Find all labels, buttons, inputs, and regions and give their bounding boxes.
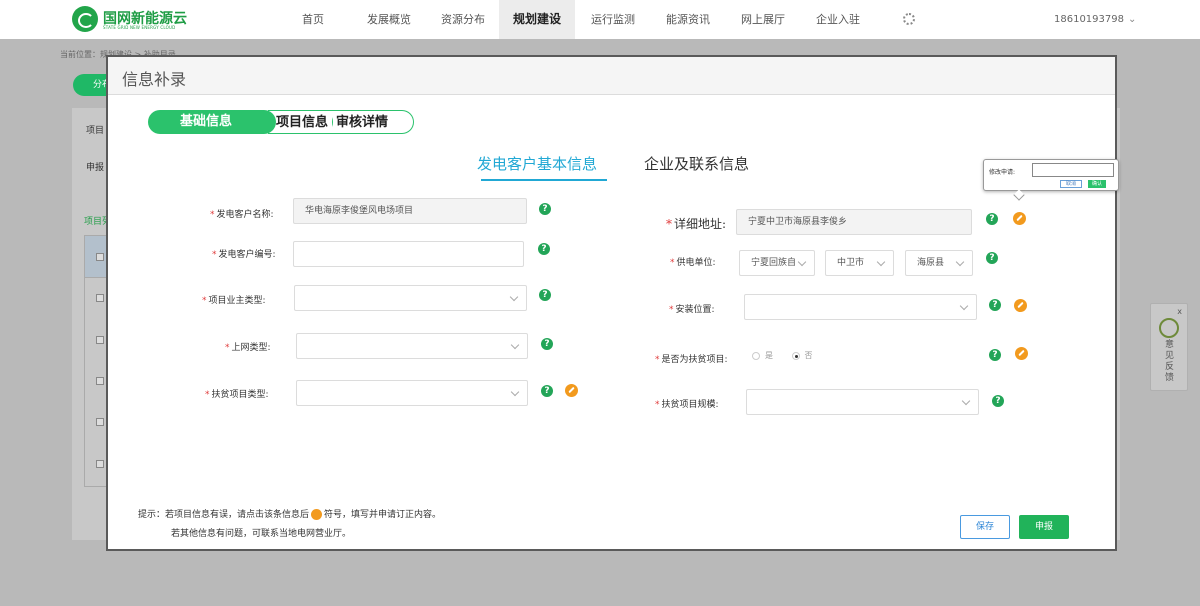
chevron-down-icon [959, 301, 969, 311]
poverty-scale-label: * 扶贫项目规模: [655, 400, 719, 410]
step-tabs: 审核详情 项目信息 基础信息 [148, 110, 414, 134]
edit-request-label: 修改申请: [989, 169, 1016, 176]
row-checkbox[interactable] [96, 336, 104, 344]
customer-name-label: * 发电客户名称: [210, 210, 274, 220]
edit-request-icon[interactable] [1014, 299, 1027, 312]
install-location-select[interactable] [744, 294, 977, 320]
help-icon[interactable]: ? [989, 349, 1001, 361]
feedback-icon [1159, 318, 1179, 338]
supply-county-select[interactable]: 海原县 [905, 250, 973, 276]
supply-unit-label: * 供电单位: [670, 258, 716, 268]
help-icon[interactable]: ? [541, 338, 553, 350]
background-row-label: 申报 [86, 163, 105, 173]
username: 18610193798 [1054, 14, 1124, 25]
hint-line-1: 提示：若项目信息有误，请点击该条信息后 符号，填写并申请订正内容。 [138, 509, 442, 520]
poverty-type-select[interactable] [296, 380, 528, 406]
poverty-scale-select[interactable] [746, 389, 979, 415]
address-field[interactable]: 宁夏中卫市海原县李俊乡 [736, 209, 972, 235]
tab-enterprise-contact-info[interactable]: 企业及联系信息 [644, 153, 749, 174]
grid-type-select[interactable] [296, 333, 528, 359]
nav-item-home[interactable]: 首页 [302, 0, 324, 39]
hint-line-2: 若其他信息有问题，可联系当地电网营业厅。 [171, 529, 352, 539]
customer-number-label: * 发电客户编号: [212, 250, 276, 260]
edit-request-popover: 修改申请: 取消 确认 [983, 159, 1119, 191]
feedback-widget[interactable]: x 意见反馈 [1150, 303, 1188, 391]
chevron-down-icon [510, 340, 520, 350]
info-supplement-dialog: 信息补录 审核详情 项目信息 基础信息 发电客户基本信息 企业及联系信息 * 发电… [108, 57, 1119, 549]
radio-yes[interactable] [752, 351, 760, 360]
help-icon[interactable]: ? [992, 395, 1004, 407]
customer-number-field[interactable] [293, 241, 524, 267]
help-icon[interactable]: ? [539, 203, 551, 215]
chevron-down-icon [510, 387, 520, 397]
background-section-label: 项目列 [84, 217, 112, 227]
row-checkbox[interactable] [96, 294, 104, 302]
radio-no[interactable] [791, 351, 800, 360]
feedback-label: 意见反馈 [1165, 340, 1175, 383]
edit-request-icon[interactable] [1015, 347, 1028, 360]
logo-icon [72, 6, 98, 32]
background-row-label: 项目 [86, 126, 105, 136]
popover-cancel-button[interactable]: 取消 [1060, 180, 1082, 188]
is-poverty-radio-group: 是 否 [752, 350, 829, 364]
nav-item-resources[interactable]: 资源分布 [441, 0, 485, 39]
row-checkbox[interactable] [96, 460, 104, 468]
radio-option-no[interactable]: 否 [791, 350, 813, 361]
supply-province-select[interactable]: 宁夏回族自 [739, 250, 815, 276]
save-button[interactable]: 保存 [960, 515, 1010, 539]
site-logo[interactable]: 国网新能源云 STATE GRID NEW ENERGY CLOUD [72, 6, 202, 34]
logo-subtext: STATE GRID NEW ENERGY CLOUD [103, 25, 176, 30]
tab-audit-details[interactable]: 审核详情 [326, 110, 414, 134]
chevron-down-icon [961, 396, 971, 406]
row-checkbox[interactable] [96, 253, 104, 261]
chevron-down-icon: ⌄ [1128, 14, 1137, 25]
tab-customer-basic-info[interactable]: 发电客户基本信息 [477, 153, 608, 181]
install-location-label: * 安装位置: [669, 305, 715, 315]
grid-type-label: * 上网类型: [225, 343, 271, 353]
submit-button[interactable]: 申报 [1019, 515, 1069, 539]
chevron-down-icon [876, 257, 886, 267]
chevron-down-icon [509, 292, 519, 302]
help-icon[interactable]: ? [989, 299, 1001, 311]
row-checkbox[interactable] [96, 377, 104, 385]
is-poverty-label: * 是否为扶贫项目: [655, 355, 728, 365]
row-checkbox[interactable] [96, 418, 104, 426]
nav-item-monitoring[interactable]: 运行监测 [591, 0, 635, 39]
help-icon[interactable]: ? [986, 213, 998, 225]
customer-name-field[interactable]: 华电海原李俊堡风电场项目 [293, 198, 527, 224]
help-icon[interactable]: ? [538, 243, 550, 255]
supply-city-select[interactable]: 中卫市 [825, 250, 894, 276]
nav-item-planning[interactable]: 规划建设 [499, 0, 576, 39]
edit-request-icon[interactable] [1013, 212, 1026, 225]
chevron-down-icon [797, 257, 807, 267]
settings-icon[interactable] [903, 13, 915, 25]
dialog-title: 信息补录 [122, 70, 187, 89]
help-icon[interactable]: ? [539, 289, 551, 301]
nav-item-news[interactable]: 能源资讯 [666, 0, 710, 39]
owner-type-select[interactable] [294, 285, 527, 311]
edit-request-icon[interactable] [565, 384, 578, 397]
dialog-header: 信息补录 [108, 57, 1115, 95]
radio-option-yes[interactable]: 是 [752, 350, 773, 361]
poverty-type-label: * 扶贫项目类型: [205, 390, 269, 400]
edit-request-input[interactable] [1032, 163, 1114, 177]
top-navigation-bar: 国网新能源云 STATE GRID NEW ENERGY CLOUD 首页 发展… [0, 0, 1200, 39]
address-label: * 详细地址: [666, 217, 727, 231]
edit-request-icon [311, 509, 323, 520]
help-icon[interactable]: ? [986, 252, 998, 264]
user-menu[interactable]: 18610193798 ⌄ [1054, 0, 1136, 39]
nav-item-overview[interactable]: 发展概览 [367, 0, 411, 39]
nav-item-exhibition[interactable]: 网上展厅 [741, 0, 785, 39]
tab-project-info[interactable]: 项目信息 [268, 110, 332, 134]
nav-item-enterprise[interactable]: 企业入驻 [816, 0, 860, 39]
tab-basic-info[interactable]: 基础信息 [148, 110, 276, 134]
help-icon[interactable]: ? [541, 385, 553, 397]
chevron-down-icon [955, 257, 965, 267]
popover-confirm-button[interactable]: 确认 [1088, 180, 1106, 188]
hint-text: 提示：若项目信息有误，请点击该条信息后 符号，填写并申请订正内容。 若其他信息有问… [138, 506, 441, 544]
close-icon[interactable]: x [1177, 307, 1182, 316]
owner-type-label: * 项目业主类型: [202, 296, 266, 306]
